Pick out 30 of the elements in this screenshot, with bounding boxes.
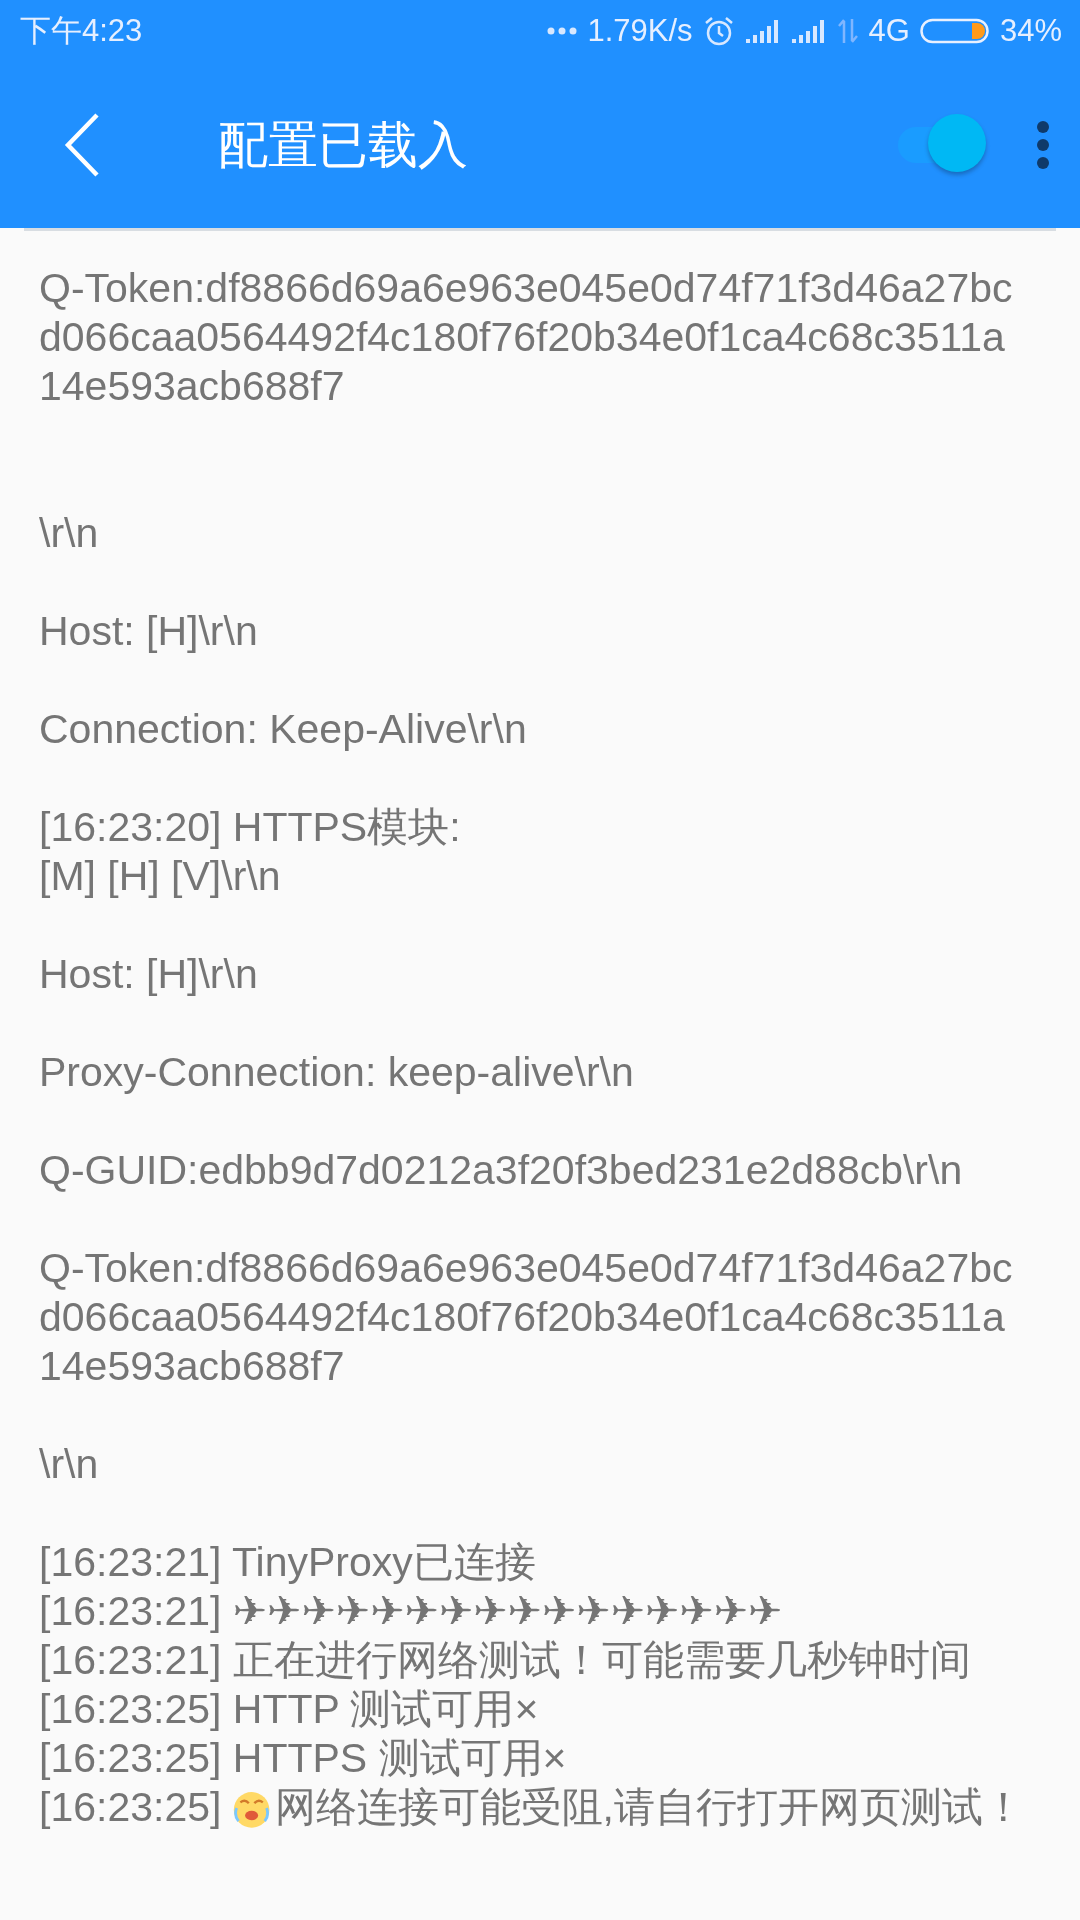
log-line: Host: [H]\r\n bbox=[39, 950, 259, 999]
back-icon[interactable] bbox=[64, 112, 100, 178]
signal-icon bbox=[744, 18, 781, 44]
log-line: [16:23:21] ✈✈✈✈✈✈✈✈✈✈✈✈✈✈✈✈ bbox=[39, 1587, 784, 1636]
log-line: Proxy-Connection: keep-alive\r\n bbox=[39, 1048, 635, 1097]
status-time: 下午4:23 bbox=[20, 12, 143, 50]
log-line: Host: [H]\r\n bbox=[39, 607, 259, 656]
data-arrows-icon bbox=[836, 17, 859, 45]
log-line: [M] [H] [V]\r\n bbox=[39, 852, 282, 901]
log-line: Q-Token:df8866d69a6e963e045e0d74f71f3d46a27bcd066caa0564492f4c180f76f20b34e0f1ca4c68c3511a14e593acb688f7 bbox=[39, 1244, 1014, 1391]
log-timestamp: [16:23:25] bbox=[39, 1783, 222, 1832]
network-type: 4G bbox=[868, 13, 910, 49]
log-line: [16:23:21] TinyProxy已连接 bbox=[39, 1538, 537, 1587]
log-line: Q-GUID:edbb9d7d0212a3f20f3bed231e2d88cb\r\n bbox=[39, 1146, 964, 1195]
screen-title: 配置已载入 bbox=[218, 115, 469, 175]
battery-icon bbox=[919, 17, 990, 45]
log-line: [16:23:25] HTTPS 测试可用× bbox=[39, 1734, 568, 1783]
log-line: [16:23:25] HTTP 测试可用× bbox=[39, 1685, 540, 1734]
log-line: Q-Token:df8866d69a6e963e045e0d74f71f3d46a27bcd066caa0564492f4c180f76f20b34e0f1ca4c68c3511a14e593acb688f7 bbox=[39, 264, 1014, 411]
battery-percent: 34% bbox=[999, 13, 1062, 49]
log-line: 网络连接可能受阻,请自行打开网页测试！ bbox=[274, 1783, 1024, 1832]
log-line: \r\n bbox=[39, 1440, 100, 1489]
network-speed: 1.79K/s bbox=[587, 13, 693, 49]
log-line: [16:23:21] 正在进行网络测试！可能需要几秒钟时间 bbox=[39, 1636, 972, 1685]
log-line: \r\n bbox=[39, 509, 100, 558]
signal-icon bbox=[790, 18, 827, 44]
log-line: [16:23:20] HTTPS模块: bbox=[39, 803, 462, 852]
more-menu-icon[interactable] bbox=[1036, 120, 1050, 170]
log-line: Connection: Keep-Alive\r\n bbox=[39, 705, 528, 754]
more-dots-icon bbox=[547, 26, 578, 36]
